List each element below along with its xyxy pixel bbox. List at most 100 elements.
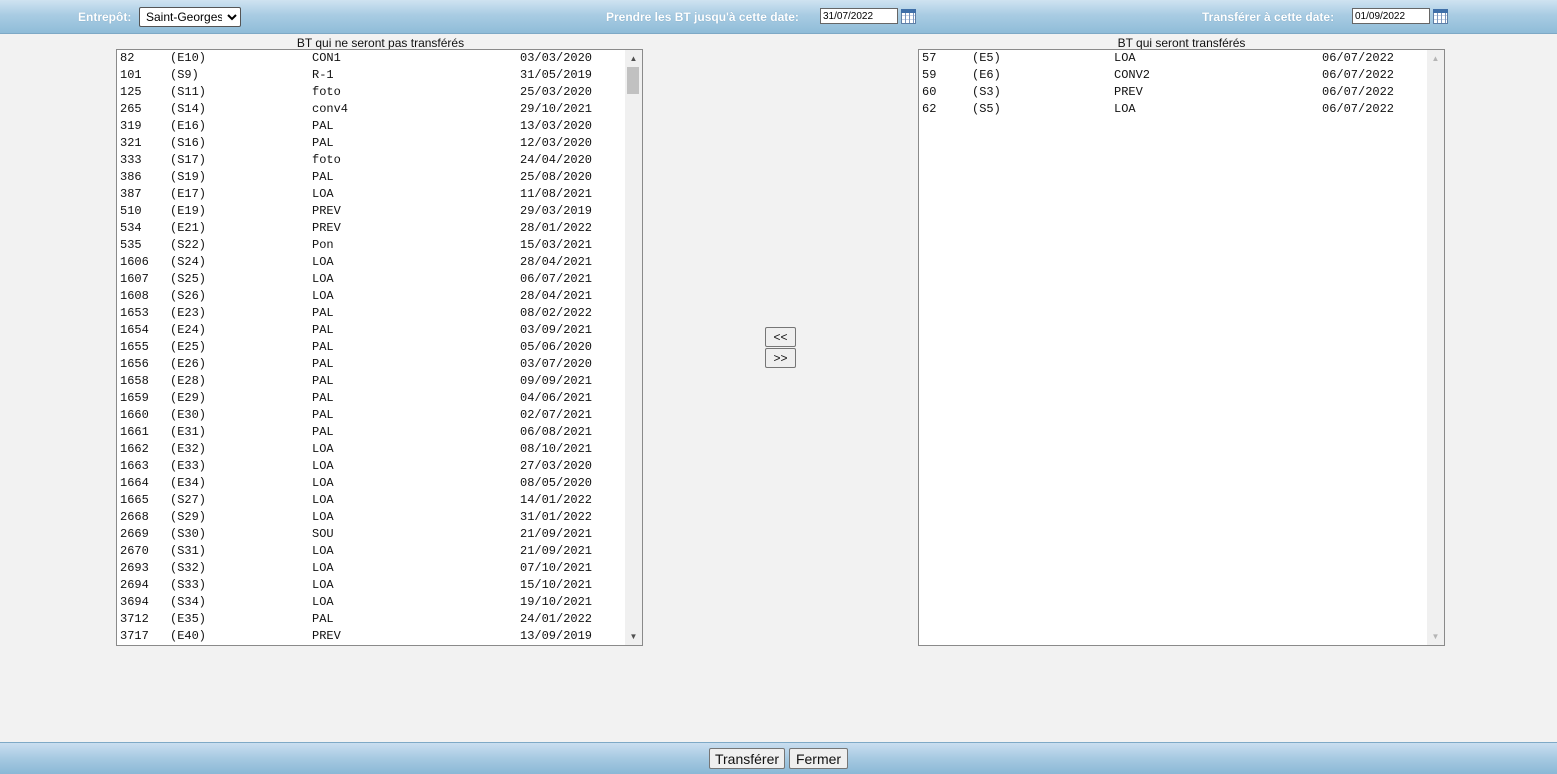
list-item[interactable]: 2668 (S29) LOA 31/01/2022 xyxy=(117,509,625,526)
list-item[interactable]: 1607 (S25) LOA 06/07/2021 xyxy=(117,271,625,288)
bt-code: (E34) xyxy=(170,476,207,490)
list-item[interactable]: 265 (S14) conv4 29/10/2021 xyxy=(117,101,625,118)
left-list-scrollbar[interactable]: ▲ ▼ xyxy=(625,50,642,645)
scrollbar-thumb[interactable] xyxy=(627,67,639,94)
list-item[interactable]: 1660 (E30) PAL 02/07/2021 xyxy=(117,407,625,424)
calendar-icon[interactable] xyxy=(901,9,916,24)
bt-number: 2694 xyxy=(120,578,149,592)
bt-date: 08/02/2022 xyxy=(520,306,593,320)
bt-code: (E35) xyxy=(170,612,207,626)
bt-type: PAL xyxy=(312,612,334,626)
bt-code: (E24) xyxy=(170,323,207,337)
calendar-icon[interactable] xyxy=(1433,9,1448,24)
list-item[interactable]: 101 (S9) R-1 31/05/2019 xyxy=(117,67,625,84)
list-item[interactable]: 62 (S5) LOA 06/07/2022 xyxy=(919,101,1427,118)
bt-date: 11/08/2021 xyxy=(520,187,593,201)
list-item[interactable]: 1663 (E33) LOA 27/03/2020 xyxy=(117,458,625,475)
bt-number: 321 xyxy=(120,136,142,150)
list-item[interactable]: 2694 (S33) LOA 15/10/2021 xyxy=(117,577,625,594)
bt-number: 3717 xyxy=(120,629,149,643)
close-button[interactable]: Fermer xyxy=(789,748,848,769)
list-item[interactable]: 321 (S16) PAL 12/03/2020 xyxy=(117,135,625,152)
list-item[interactable]: 1653 (E23) PAL 08/02/2022 xyxy=(117,305,625,322)
bt-number: 101 xyxy=(120,68,142,82)
list-item[interactable]: 3712 (E35) PAL 24/01/2022 xyxy=(117,611,625,628)
bt-code: (E23) xyxy=(170,306,207,320)
list-item[interactable]: 535 (S22) Pon 15/03/2021 xyxy=(117,237,625,254)
bt-code: (S32) xyxy=(170,561,207,575)
list-item[interactable]: 57 (E5) LOA 06/07/2022 xyxy=(919,50,1427,67)
bt-number: 1607 xyxy=(120,272,149,286)
transfer-button[interactable]: Transférer xyxy=(709,748,785,769)
bt-type: conv4 xyxy=(312,102,349,116)
bt-date: 03/03/2020 xyxy=(520,51,593,65)
bt-number: 319 xyxy=(120,119,142,133)
bt-number: 1658 xyxy=(120,374,149,388)
right-list-scrollbar[interactable]: ▲ ▼ xyxy=(1427,50,1444,645)
move-right-button[interactable]: >> xyxy=(765,348,796,368)
list-item[interactable]: 1664 (E34) LOA 08/05/2020 xyxy=(117,475,625,492)
bt-date: 31/01/2022 xyxy=(520,510,593,524)
transferred-bt-listbox[interactable]: 57 (E5) LOA 06/07/2022 59 (E6) CONV2 06/07/2022… xyxy=(918,49,1445,646)
scroll-down-arrow-icon[interactable]: ▼ xyxy=(1427,628,1444,645)
list-item[interactable]: 2693 (S32) LOA 07/10/2021 xyxy=(117,560,625,577)
list-item[interactable]: 534 (E21) PREV 28/01/2022 xyxy=(117,220,625,237)
bt-code: (S11) xyxy=(170,85,207,99)
bt-code: (S27) xyxy=(170,493,207,507)
bt-type: foto xyxy=(312,153,341,167)
bt-type: PAL xyxy=(312,170,334,184)
list-item[interactable]: 2670 (S31) LOA 21/09/2021 xyxy=(117,543,625,560)
list-item[interactable]: 1606 (S24) LOA 28/04/2021 xyxy=(117,254,625,271)
list-item[interactable]: 1658 (E28) PAL 09/09/2021 xyxy=(117,373,625,390)
list-item[interactable]: 1659 (E29) PAL 04/06/2021 xyxy=(117,390,625,407)
warehouse-select[interactable]: Saint-Georges xyxy=(139,7,241,27)
bt-type: LOA xyxy=(312,255,334,269)
scroll-up-arrow-icon[interactable]: ▲ xyxy=(1427,50,1444,67)
bt-code: (S26) xyxy=(170,289,207,303)
list-item[interactable]: 386 (S19) PAL 25/08/2020 xyxy=(117,169,625,186)
list-item[interactable]: 125 (S11) foto 25/03/2020 xyxy=(117,84,625,101)
list-item[interactable]: 1661 (E31) PAL 06/08/2021 xyxy=(117,424,625,441)
bt-code: (E29) xyxy=(170,391,207,405)
list-item[interactable]: 3717 (E40) PREV 13/09/2019 xyxy=(117,628,625,645)
list-item[interactable]: 3694 (S34) LOA 19/10/2021 xyxy=(117,594,625,611)
bt-type: LOA xyxy=(1114,102,1136,116)
list-item[interactable]: 387 (E17) LOA 11/08/2021 xyxy=(117,186,625,203)
list-item[interactable]: 1655 (E25) PAL 05/06/2020 xyxy=(117,339,625,356)
take-until-date-input[interactable] xyxy=(820,8,898,24)
bt-number: 535 xyxy=(120,238,142,252)
bt-code: (E40) xyxy=(170,629,207,643)
bt-number: 1655 xyxy=(120,340,149,354)
list-item[interactable]: 333 (S17) foto 24/04/2020 xyxy=(117,152,625,169)
list-item[interactable]: 59 (E6) CONV2 06/07/2022 xyxy=(919,67,1427,84)
list-item[interactable]: 82 (E10) CON1 03/03/2020 xyxy=(117,50,625,67)
bt-date: 06/07/2022 xyxy=(1322,85,1395,99)
list-item[interactable]: 510 (E19) PREV 29/03/2019 xyxy=(117,203,625,220)
move-left-button[interactable]: << xyxy=(765,327,796,347)
bt-code: (S9) xyxy=(170,68,199,82)
bt-type: PAL xyxy=(312,119,334,133)
bt-date: 28/04/2021 xyxy=(520,255,593,269)
bt-number: 2669 xyxy=(120,527,149,541)
list-item[interactable]: 319 (E16) PAL 13/03/2020 xyxy=(117,118,625,135)
bt-type: PAL xyxy=(312,391,334,405)
bt-date: 24/04/2020 xyxy=(520,153,593,167)
list-item[interactable]: 1665 (S27) LOA 14/01/2022 xyxy=(117,492,625,509)
bt-number: 3712 xyxy=(120,612,149,626)
list-item[interactable]: 2669 (S30) SOU 21/09/2021 xyxy=(117,526,625,543)
untransferred-bt-listbox[interactable]: 82 (E10) CON1 03/03/2020 101 (S9) R-1 31/05/201… xyxy=(116,49,643,646)
list-item[interactable]: 1608 (S26) LOA 28/04/2021 xyxy=(117,288,625,305)
bt-number: 3694 xyxy=(120,595,149,609)
bt-number: 1661 xyxy=(120,425,149,439)
list-item[interactable]: 60 (S3) PREV 06/07/2022 xyxy=(919,84,1427,101)
list-item[interactable]: 1654 (E24) PAL 03/09/2021 xyxy=(117,322,625,339)
bt-type: LOA xyxy=(312,476,334,490)
bottom-toolbar: Transférer Fermer xyxy=(0,742,1557,774)
warehouse-label: Entrepôt: xyxy=(78,10,132,24)
scroll-up-arrow-icon[interactable]: ▲ xyxy=(625,50,642,67)
transfer-date-input[interactable] xyxy=(1352,8,1430,24)
bt-type: PREV xyxy=(312,204,341,218)
list-item[interactable]: 1656 (E26) PAL 03/07/2020 xyxy=(117,356,625,373)
scroll-down-arrow-icon[interactable]: ▼ xyxy=(625,628,642,645)
list-item[interactable]: 1662 (E32) LOA 08/10/2021 xyxy=(117,441,625,458)
